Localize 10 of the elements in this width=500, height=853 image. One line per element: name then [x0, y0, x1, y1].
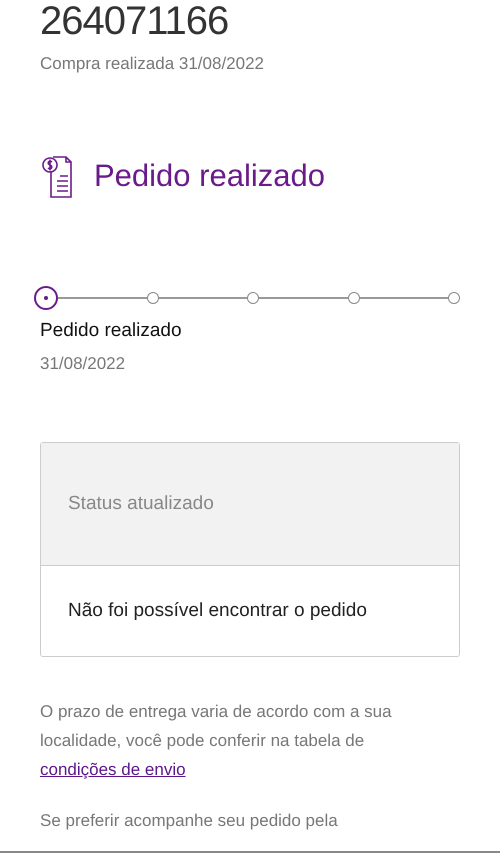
order-number: 264071166 [40, 0, 230, 42]
status-heading: Pedido realizado [94, 158, 325, 194]
delivery-note: O prazo de entrega varia de acordo com a sua localidade, você pode conferir na tabela de condições de envio [40, 701, 393, 781]
tracking-note: Se preferir acompanhe seu pedido pela [40, 810, 339, 832]
step-date: 31/08/2022 [40, 354, 126, 374]
shipping-link[interactable]: condições de envio [40, 760, 186, 779]
step-label: Pedido realizado [40, 320, 183, 342]
card-title: Status atualizado [68, 493, 214, 515]
card-message: Não foi possível encontrar o pedido [67, 599, 368, 623]
purchase-date: Compra realizada 31/08/2022 [40, 54, 265, 74]
